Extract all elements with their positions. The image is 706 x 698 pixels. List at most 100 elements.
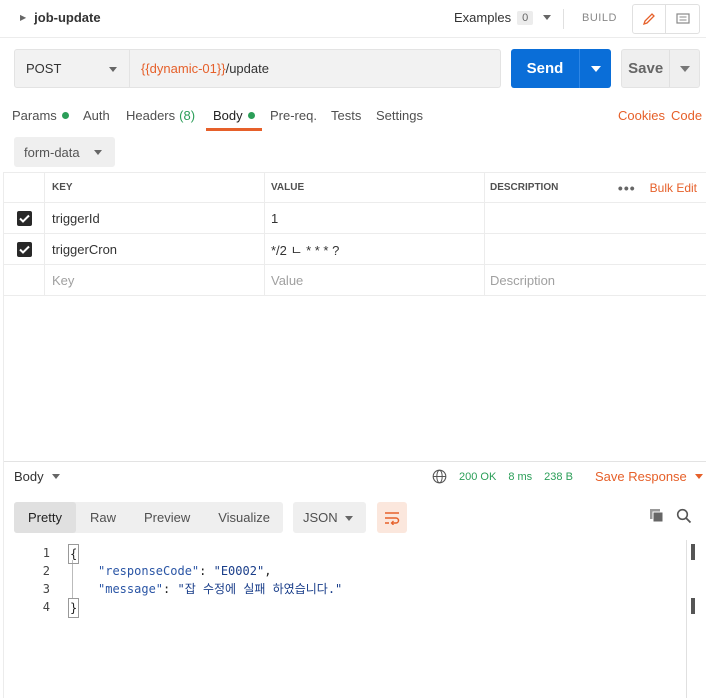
request-name-label: job-update [34,10,101,25]
save-button[interactable]: Save [621,49,700,88]
tab-pre-request[interactable]: Pre-req. [270,108,317,123]
code-line: "message": "잡 수정에 실패 하였습니다." [98,582,343,596]
view-mode-toggle [632,4,700,34]
value-text: */2 ㄴ * * * ? [271,242,340,258]
chevron-down-icon [345,516,353,521]
tab-tests[interactable]: Tests [331,108,361,123]
expand-caret-icon[interactable]: ▶ [20,13,26,22]
table-row-new: Key Value Description [4,265,706,296]
chevron-down-icon [94,150,102,155]
globe-icon[interactable] [432,469,447,484]
body-mode-label: form-data [24,144,80,160]
key-cell[interactable]: triggerCron [45,234,265,264]
code-text: } [68,598,80,618]
tab-params[interactable]: Params [12,108,69,123]
key-text: triggerId [52,210,100,226]
examples-label: Examples [454,10,512,25]
chevron-down-icon [590,65,601,72]
status-code[interactable]: 200 OK [459,471,496,483]
more-options-icon[interactable]: ••• [618,180,636,196]
response-code-editor[interactable]: 1 { 2 "responseCode": "E0002", 3 "messag… [14,544,674,624]
save-response-label: Save Response [595,469,687,484]
format-select[interactable]: JSON [293,502,366,533]
divider [563,9,564,29]
response-size[interactable]: 238 B [544,471,573,483]
save-label: Save [628,60,664,77]
chevron-down-icon [543,15,552,20]
edit-mode-button[interactable] [633,5,667,33]
method-select[interactable]: POST [14,49,130,88]
response-section-select[interactable]: Body [14,469,60,484]
description-cell[interactable] [485,203,706,233]
examples-dropdown[interactable]: Examples 0 [454,10,552,25]
editor-scrollbar[interactable] [686,540,687,698]
value-cell[interactable]: 1 [265,203,485,233]
response-divider[interactable] [4,461,706,462]
tab-body[interactable]: Body [213,108,255,123]
comment-icon [675,12,690,24]
json-punct: , [264,564,272,578]
new-key-input[interactable]: Key [45,265,265,295]
form-data-table: KEY VALUE DESCRIPTION ••• Bulk Edit trig… [4,172,706,296]
send-options-button[interactable] [579,49,611,88]
tab-label: Pre-req. [270,108,317,123]
method-label: POST [26,61,62,76]
response-time[interactable]: 8 ms [508,471,532,483]
key-cell[interactable]: triggerId [45,203,265,233]
line-number: 1 [42,546,50,560]
chevron-down-icon [109,67,117,72]
key-placeholder: Key [52,272,75,288]
scroll-marker [691,544,695,560]
json-value: "E0002" [213,564,265,578]
cookies-link[interactable]: Cookies [618,108,665,123]
row-checkbox[interactable] [16,210,32,226]
key-text: triggerCron [52,241,118,257]
tab-label: Settings [376,108,423,123]
comments-button[interactable] [666,5,699,33]
code-line: "responseCode": "E0002", [98,564,272,578]
header-description: DESCRIPTION [490,182,559,193]
tab-label: Body [213,108,243,123]
search-icon[interactable] [676,508,692,527]
line-number: 2 [42,564,50,578]
status-dot-icon [61,112,69,119]
format-label: JSON [303,510,338,525]
table-row: triggerId 1 [4,203,706,234]
value-placeholder: Value [271,272,304,288]
body-mode-select[interactable]: form-data [14,137,115,167]
build-label[interactable]: BUILD [582,12,617,24]
code-line: { [68,544,80,564]
view-tab-raw[interactable]: Raw [76,502,130,533]
header-key: KEY [45,173,265,202]
copy-icon[interactable] [649,508,665,527]
status-dot-icon [247,112,255,119]
line-number: 3 [42,582,50,596]
send-button[interactable]: Send [511,49,611,88]
request-name[interactable]: ▶ job-update [20,10,101,25]
json-key: "message" [98,582,164,596]
bulk-edit-link[interactable]: Bulk Edit [650,181,697,195]
new-description-input[interactable]: Description [485,265,706,295]
view-tab-preview[interactable]: Preview [130,502,204,533]
description-cell[interactable] [485,234,706,264]
tab-count: (8) [179,108,196,123]
view-tab-visualize[interactable]: Visualize [204,502,284,533]
new-value-input[interactable]: Value [265,265,485,295]
checkmark-icon [18,214,30,223]
code-link[interactable]: Code [671,108,702,123]
active-tab-indicator [206,128,262,131]
save-options-button[interactable] [669,50,699,87]
line-number: 4 [42,600,50,614]
view-tab-pretty[interactable]: Pretty [14,502,76,533]
url-input[interactable]: {{dynamic-01}}/update [130,49,501,88]
wrap-lines-button[interactable] [377,502,407,533]
tab-auth[interactable]: Auth [83,108,110,123]
save-response-dropdown[interactable]: Save Response [595,469,703,484]
tab-headers[interactable]: Headers (8) [126,108,195,123]
chevron-down-icon [694,474,703,479]
tab-settings[interactable]: Settings [376,108,423,123]
value-cell[interactable]: */2 ㄴ * * * ? [265,234,485,264]
row-checkbox[interactable] [16,241,32,257]
chevron-down-icon [679,65,690,72]
tab-label: Tests [331,108,362,123]
